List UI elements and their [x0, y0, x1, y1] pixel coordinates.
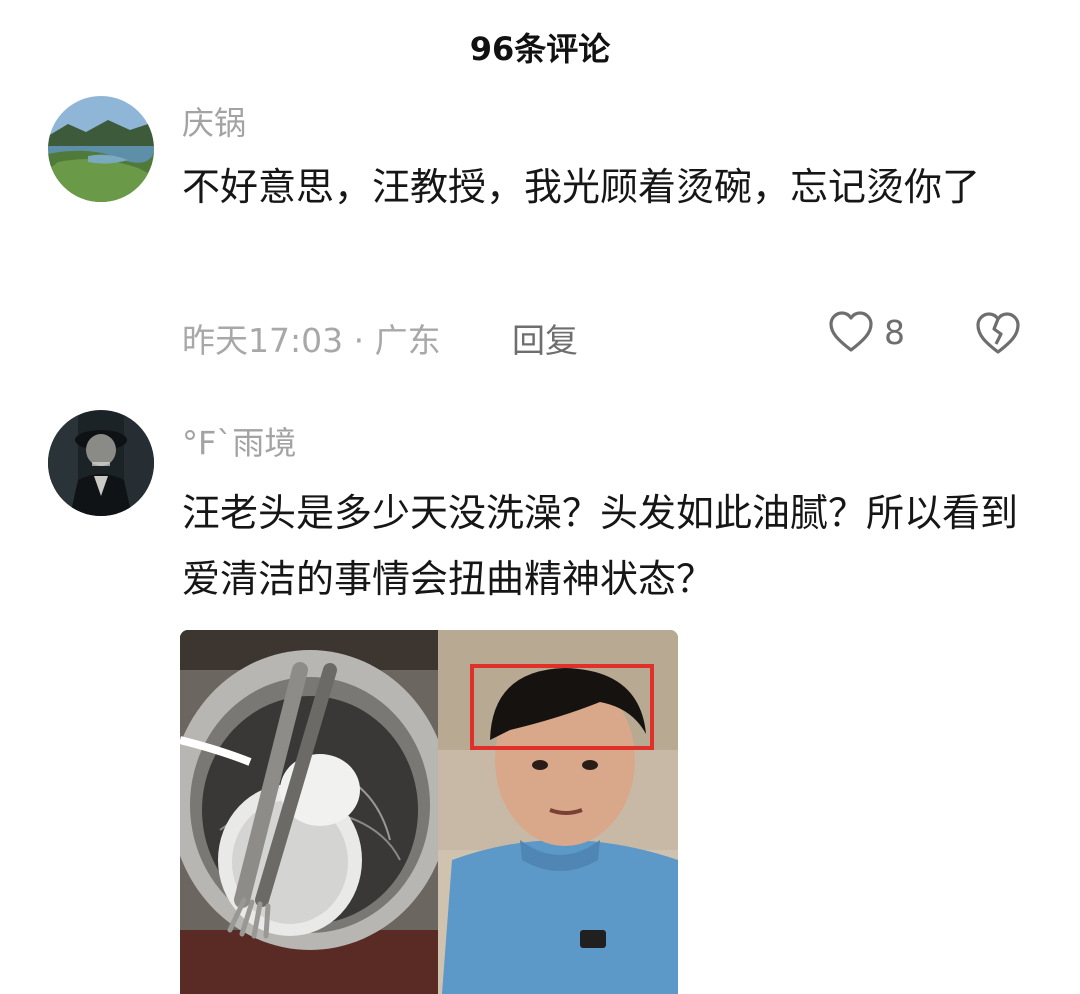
username[interactable]: °F`雨境 [182, 418, 296, 464]
man-in-cap-avatar-icon [48, 410, 154, 516]
comment-time-location: 昨天17:03 · 广东 [182, 321, 441, 360]
lake-landscape-avatar-icon [48, 96, 154, 202]
like-count: 8 [884, 312, 905, 352]
comment-text: 不好意思，汪教授，我光顾着烫碗，忘记烫你了 [182, 165, 981, 209]
heart-icon [829, 311, 873, 352]
comments-panel: 96条评论 庆锅 不好意思，汪教授，我光顾着烫碗，忘记烫你了 昨天17:03 ·… [0, 0, 1080, 994]
reply-button[interactable]: 回复 [512, 314, 578, 362]
comment-count-title: 96条评论 [469, 30, 611, 68]
like-button[interactable]: 8 [828, 310, 905, 354]
avatar[interactable] [48, 96, 154, 202]
attached-image[interactable] [180, 630, 678, 994]
bowl-and-man-photo-icon [180, 630, 678, 994]
avatar[interactable] [48, 410, 154, 516]
dislike-button[interactable] [974, 310, 1022, 360]
broken-heart-icon [976, 312, 1020, 354]
comment-text: 汪老头是多少天没洗澡？头发如此油腻？所以看到爱清洁的事情会扭曲精神状态？ [182, 491, 1019, 601]
username[interactable]: 庆锅 [182, 98, 246, 144]
